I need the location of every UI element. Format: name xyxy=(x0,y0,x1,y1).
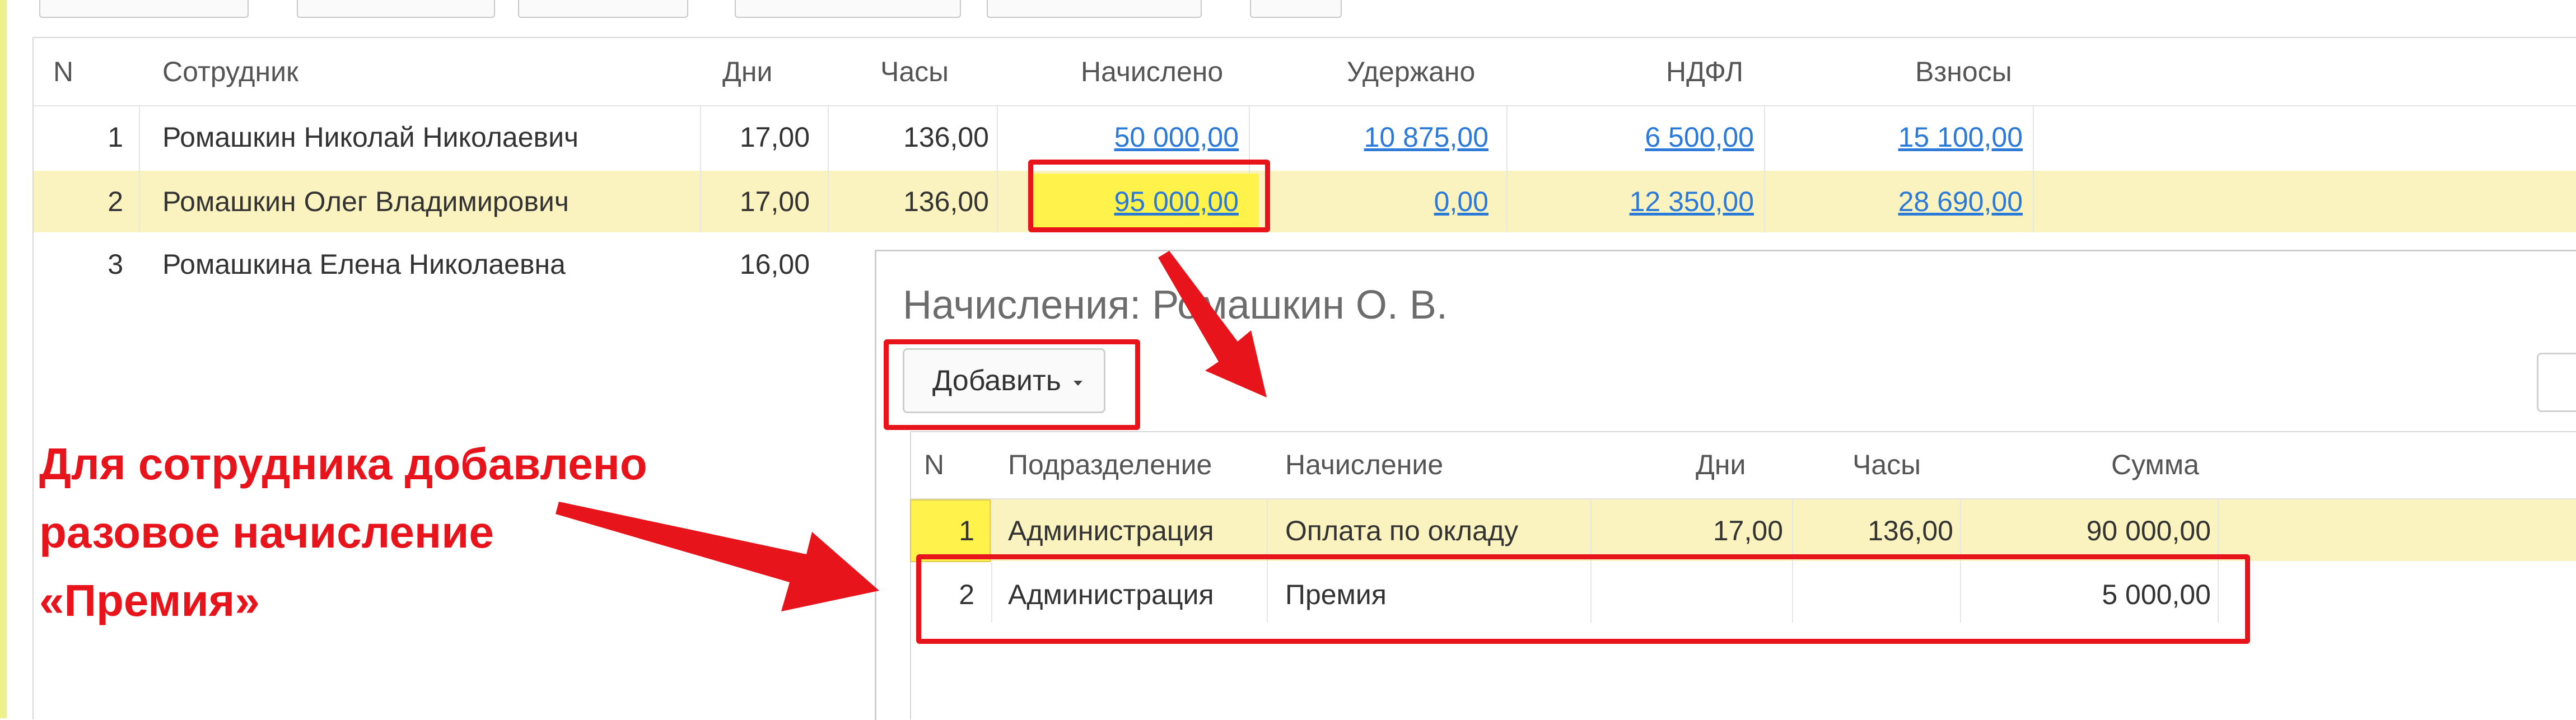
arrow-right-icon xyxy=(556,502,879,611)
arrow-down-icon xyxy=(1158,251,1267,398)
annotation-arrows xyxy=(556,251,1267,611)
